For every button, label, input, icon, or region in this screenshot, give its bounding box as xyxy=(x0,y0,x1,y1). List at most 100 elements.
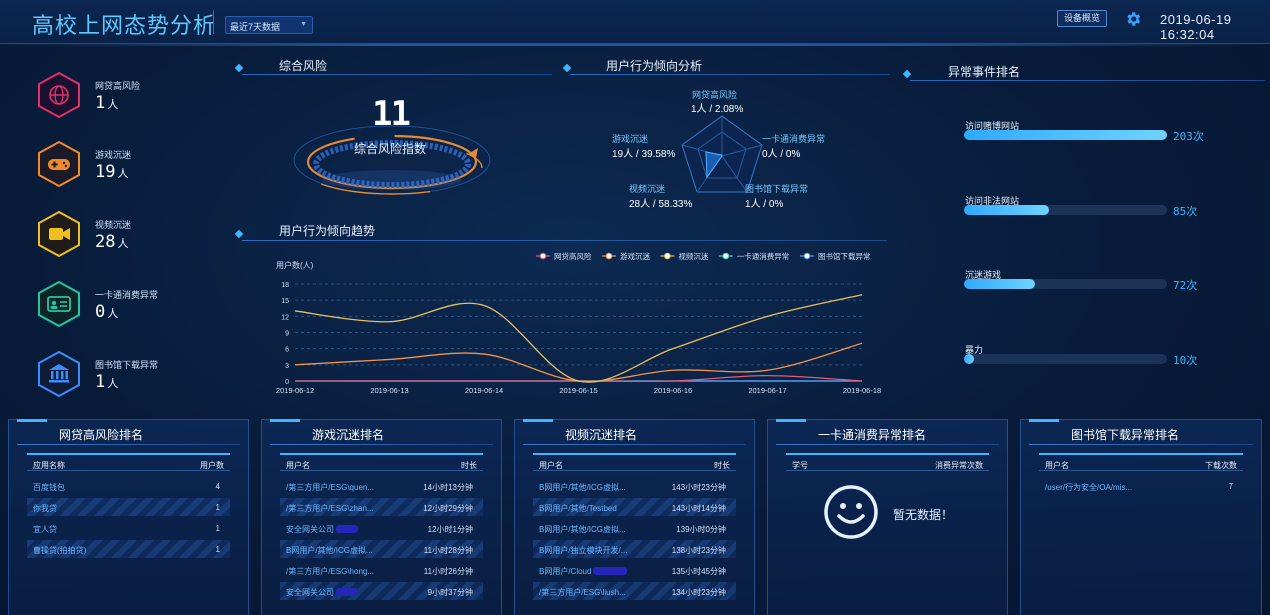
table-header: 用户名 时长 xyxy=(280,453,483,471)
legend-marker xyxy=(664,252,671,260)
radar-axis-value: 1人 / 0% xyxy=(745,199,784,210)
column-header: 用户名 xyxy=(1045,461,1069,470)
card-anomaly-ranking-panel: 一卡通消费异常排名 学号 消费异常次数 暂无数据！ xyxy=(767,419,1008,615)
video-addiction-ranking-panel: 视频沉迷排名 用户名 时长 B网用户/其他/ICG虚拟... 143小时23分钟 … xyxy=(514,419,755,615)
time-range-select[interactable]: 最近7天数据 ▼ xyxy=(225,16,313,34)
kpi-label: 一卡通消费异常 xyxy=(95,290,159,300)
kpi-loan-risk[interactable]: 网贷高风险 1人 xyxy=(35,71,185,121)
section-underline xyxy=(242,74,552,75)
column-header: 时长 xyxy=(714,461,730,470)
legend-label: 网贷高风险 xyxy=(554,251,592,261)
kpi-label: 图书馆下载异常 xyxy=(95,360,159,370)
game-addiction-ranking-panel: 游戏沉迷排名 用户名 时长 /第三方用户/ESG\quen... 14小时13分钟… xyxy=(261,419,502,615)
column-header: 应用名称 xyxy=(33,461,65,470)
kpi-video-addiction[interactable]: 视频沉迷 28 人 xyxy=(35,210,185,260)
panel-divider xyxy=(776,444,999,445)
panel-title: 游戏沉迷排名 xyxy=(312,428,385,442)
radar-section-title: 用户行为倾向分析 xyxy=(606,59,703,73)
legend-item[interactable]: 图书馆下载异常 xyxy=(800,251,871,261)
legend-item[interactable]: 一卡通消费异常 xyxy=(718,251,790,261)
anomaly-bar-fill xyxy=(964,279,1036,289)
anomaly-bar-fill xyxy=(964,130,1167,140)
table-row[interactable]: 安全网关公司 12小时1分钟 xyxy=(280,519,483,537)
table-row[interactable]: /第三方用户/ESG\zhan... 12小时29分钟 xyxy=(280,498,483,516)
legend-item[interactable]: 网贷高风险 xyxy=(536,251,592,261)
y-axis-label: 用户数(人) xyxy=(276,260,314,270)
table-row[interactable]: /第三方用户/ESG\hong... 11小时26分钟 xyxy=(280,561,483,579)
table-row[interactable]: 宜人贷 1 xyxy=(27,519,230,537)
no-data-message: 暂无数据！ xyxy=(893,508,954,522)
kpi-value: 28 人 xyxy=(95,232,129,252)
gamepad-icon xyxy=(38,140,80,188)
table-row[interactable]: /第三方用户/ESG\liush... 134小时23分钟 xyxy=(533,582,736,600)
column-header: 学号 xyxy=(792,461,808,470)
radar-axis-value: 19人 / 39.58% xyxy=(612,149,676,160)
table-row[interactable]: B网用户/其他/ICG虚拟... 139小时0分钟 xyxy=(533,519,736,537)
kpi-value: 1人 xyxy=(95,372,119,392)
table-row[interactable]: B网用户/其他/Testbed 143小时14分钟 xyxy=(533,498,736,516)
y-tick-label: 18 xyxy=(281,282,289,289)
redacted-mark xyxy=(593,567,628,575)
panel-title: 图书馆下载异常排名 xyxy=(1071,428,1180,442)
table-row[interactable]: B网用户/独立模块开发/... 138小时23分钟 xyxy=(533,540,736,558)
title-divider xyxy=(213,10,214,34)
kpi-library-anomaly[interactable]: 图书馆下载异常 1人 xyxy=(35,350,185,400)
table-row[interactable]: B网用户/其他/ICG虚拟... 143小时23分钟 xyxy=(533,477,736,495)
anomaly-bar-fill xyxy=(964,354,975,364)
y-tick-label: 3 xyxy=(285,363,289,370)
anomaly-count: 85次 xyxy=(1173,205,1198,218)
globe-icon xyxy=(38,71,80,119)
redacted-mark xyxy=(336,525,358,533)
kpi-label: 网贷高风险 xyxy=(95,81,141,91)
anomaly-count: 10次 xyxy=(1173,354,1198,367)
section-underline xyxy=(570,74,890,75)
column-header: 用户名 xyxy=(286,461,310,470)
legend-item[interactable]: 游戏沉迷 xyxy=(602,251,650,261)
table-row[interactable]: 安全网关公司 9小时37分钟 xyxy=(280,582,483,600)
device-overview-button[interactable]: 设备概览 xyxy=(1057,10,1107,27)
x-tick-label: 2019-06-12 xyxy=(276,386,314,395)
kpi-game-addiction[interactable]: 游戏沉迷 19 人 xyxy=(35,140,185,190)
panel-divider xyxy=(270,444,493,445)
kpi-value: 19 人 xyxy=(95,162,129,182)
x-tick-label: 2019-06-14 xyxy=(465,386,503,395)
y-tick-label: 15 xyxy=(281,298,289,305)
anomaly-count: 203次 xyxy=(1173,130,1204,143)
table-row[interactable]: /第三方用户/ESG\quen... 14小时13分钟 xyxy=(280,477,483,495)
x-tick-label: 2019-06-15 xyxy=(559,386,597,395)
x-tick-label: 2019-06-16 xyxy=(654,386,692,395)
radar-axis-label: 游戏沉迷 xyxy=(612,134,649,144)
radar-axis-label: 图书馆下载异常 xyxy=(745,184,809,194)
panel-title: 一卡通消费异常排名 xyxy=(818,428,927,442)
x-tick-label: 2019-06-13 xyxy=(370,386,408,395)
risk-index-label: 综合风险指数 xyxy=(354,142,427,156)
anomaly-bar xyxy=(964,130,1167,140)
table-row[interactable]: 曹操贷(拍拍贷) 1 xyxy=(27,540,230,558)
gear-icon[interactable] xyxy=(1124,10,1142,28)
table-row[interactable]: 百度钱包 4 xyxy=(27,477,230,495)
anomaly-section-title: 异常事件排名 xyxy=(948,65,1021,79)
column-header: 用户数 xyxy=(200,461,224,470)
table-row[interactable]: B网用户/其他/ICG虚拟... 11小时28分钟 xyxy=(280,540,483,558)
section-marker xyxy=(902,69,912,79)
id-card-icon xyxy=(38,280,80,328)
table-row[interactable]: B网用户/Cloud 135小时45分钟 xyxy=(533,561,736,579)
kpi-value: 1人 xyxy=(95,93,119,113)
legend-marker xyxy=(803,252,811,260)
y-tick-label: 9 xyxy=(285,331,289,338)
chevron-down-icon: ▼ xyxy=(300,21,307,28)
video-camera-icon xyxy=(38,210,80,258)
y-tick-label: 0 xyxy=(285,379,289,386)
legend-item[interactable]: 视频沉迷 xyxy=(660,251,709,261)
kpi-label: 视频沉迷 xyxy=(95,220,132,230)
table-row[interactable]: 你我贷 1 xyxy=(27,498,230,516)
anomaly-count: 72次 xyxy=(1173,279,1198,292)
library-icon xyxy=(38,350,80,398)
section-marker xyxy=(562,63,572,73)
table-header: 应用名称 用户数 xyxy=(27,453,230,471)
table-row[interactable]: /user/行为安全/OA/mis... 7 xyxy=(1039,477,1243,495)
time-range-value: 最近7天数据 xyxy=(230,22,281,32)
kpi-card-anomaly[interactable]: 一卡通消费异常 0人 xyxy=(35,280,185,330)
top-header: 高校上网态势分析 最近7天数据 ▼ 设备概览 2019-06-19 16:32:… xyxy=(0,0,1270,46)
radar-axis-label: 视频沉迷 xyxy=(629,184,666,194)
